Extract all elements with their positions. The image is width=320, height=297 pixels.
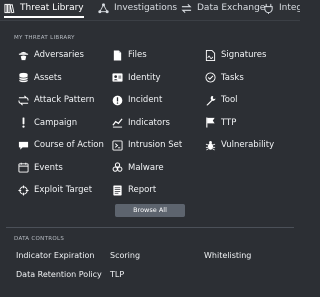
tab-integrations[interactable]: Integ <box>263 0 300 16</box>
library-icon <box>4 3 15 13</box>
menu-item-label: Events <box>34 162 63 173</box>
menu-item-label: Exploit Target <box>34 185 93 196</box>
menu-item-label: Files <box>128 50 147 61</box>
browse-all-button[interactable]: Browse All <box>115 204 185 217</box>
data-control-indicator-expiration[interactable]: Indicator Expiration <box>16 251 95 260</box>
menu-item-vulnerability[interactable]: Vulnerability <box>205 134 274 157</box>
tab-label: Threat Library <box>20 2 84 13</box>
menu-item-label: Signatures <box>221 50 267 61</box>
menu-item-ttp[interactable]: TTP <box>205 112 274 135</box>
signature-icon <box>205 49 216 61</box>
data-control-whitelisting[interactable]: Whitelisting <box>204 251 251 260</box>
alert-circle-icon <box>112 95 123 106</box>
flag-icon <box>206 117 215 128</box>
menu-item-malware[interactable]: Malware <box>112 157 182 180</box>
wrench-icon <box>206 95 216 106</box>
crosshair-icon <box>18 185 29 196</box>
tab-label: Data Exchange <box>197 2 266 13</box>
exchange-icon <box>181 3 192 13</box>
menu-item-assets[interactable]: Assets <box>18 67 104 90</box>
adversary-icon <box>18 51 29 60</box>
menu-item-label: Indicators <box>128 117 170 128</box>
menu-item-report[interactable]: Report <box>112 179 182 202</box>
menu-item-label: Report <box>128 185 157 196</box>
bug-icon <box>205 140 216 151</box>
menu-item-tool[interactable]: Tool <box>205 89 274 112</box>
tab-label: Integ <box>279 2 300 13</box>
menu-item-label: Incident <box>128 95 163 106</box>
database-icon <box>19 73 28 83</box>
menu-item-label: Adversaries <box>34 50 84 61</box>
menu-item-files[interactable]: Files <box>112 44 182 67</box>
exclamation-icon <box>22 117 25 128</box>
menu-item-incident[interactable]: Incident <box>112 89 182 112</box>
chat-icon <box>18 141 29 150</box>
menu-item-attack-pattern[interactable]: Attack Pattern <box>18 89 104 112</box>
data-control-tlp[interactable]: TLP <box>110 270 124 279</box>
menu-item-label: Intrusion Set <box>128 140 183 151</box>
menu-item-label: Assets <box>34 72 62 83</box>
indicator-icon <box>112 118 123 128</box>
menu-item-label: Vulnerability <box>221 140 275 151</box>
threat-library-column-3: Signatures Tasks Tool TTP Vulnerability <box>205 44 274 157</box>
tab-investigations[interactable]: Investigations <box>98 0 177 16</box>
menu-item-exploit-target[interactable]: Exploit Target <box>18 179 104 202</box>
menu-item-events[interactable]: Events <box>18 157 104 180</box>
threat-library-column-1: Adversaries Assets Attack Pattern Campai… <box>18 44 104 202</box>
tab-data-exchange[interactable]: Data Exchange <box>181 0 265 16</box>
menu-item-label: Course of Action <box>34 140 104 151</box>
menu-item-label: Tool <box>221 95 238 106</box>
intrusion-icon <box>112 140 123 151</box>
check-circle-icon <box>205 72 216 83</box>
menu-item-label: Attack Pattern <box>34 95 95 106</box>
network-icon <box>98 2 109 13</box>
file-icon <box>113 50 122 61</box>
top-navigation: Threat Library Investigations Data Excha… <box>0 0 300 21</box>
id-card-icon <box>112 73 123 82</box>
menu-item-label: Identity <box>128 72 161 83</box>
section-divider <box>6 227 294 228</box>
biohazard-icon <box>112 162 123 173</box>
tab-threat-library[interactable]: Threat Library <box>4 0 84 18</box>
menu-item-label: Tasks <box>221 72 244 83</box>
menu-item-label: TTP <box>221 117 237 128</box>
menu-item-label: Campaign <box>34 117 78 128</box>
section-label-threat-library: MY THREAT LIBRARY <box>14 35 75 41</box>
menu-item-intrusion-set[interactable]: Intrusion Set <box>112 134 182 157</box>
menu-item-tasks[interactable]: Tasks <box>205 67 274 90</box>
report-icon <box>113 185 122 196</box>
menu-item-identity[interactable]: Identity <box>112 67 182 90</box>
menu-item-campaign[interactable]: Campaign <box>18 112 104 135</box>
menu-item-signatures[interactable]: Signatures <box>205 44 274 67</box>
data-control-data-retention-policy[interactable]: Data Retention Policy <box>16 270 102 279</box>
menu-item-course-of-action[interactable]: Course of Action <box>18 134 104 157</box>
section-label-data-controls: DATA CONTROLS <box>14 236 65 242</box>
events-icon <box>18 162 29 173</box>
menu-item-indicators[interactable]: Indicators <box>112 112 182 135</box>
pattern-icon <box>18 95 29 106</box>
menu-item-label: Malware <box>128 162 164 173</box>
tab-label: Investigations <box>114 2 178 13</box>
threat-library-column-2: Files Identity Incident Indicators Intru… <box>112 44 182 202</box>
plug-icon <box>264 3 273 14</box>
data-control-scoring[interactable]: Scoring <box>110 251 140 260</box>
menu-item-adversaries[interactable]: Adversaries <box>18 44 104 67</box>
